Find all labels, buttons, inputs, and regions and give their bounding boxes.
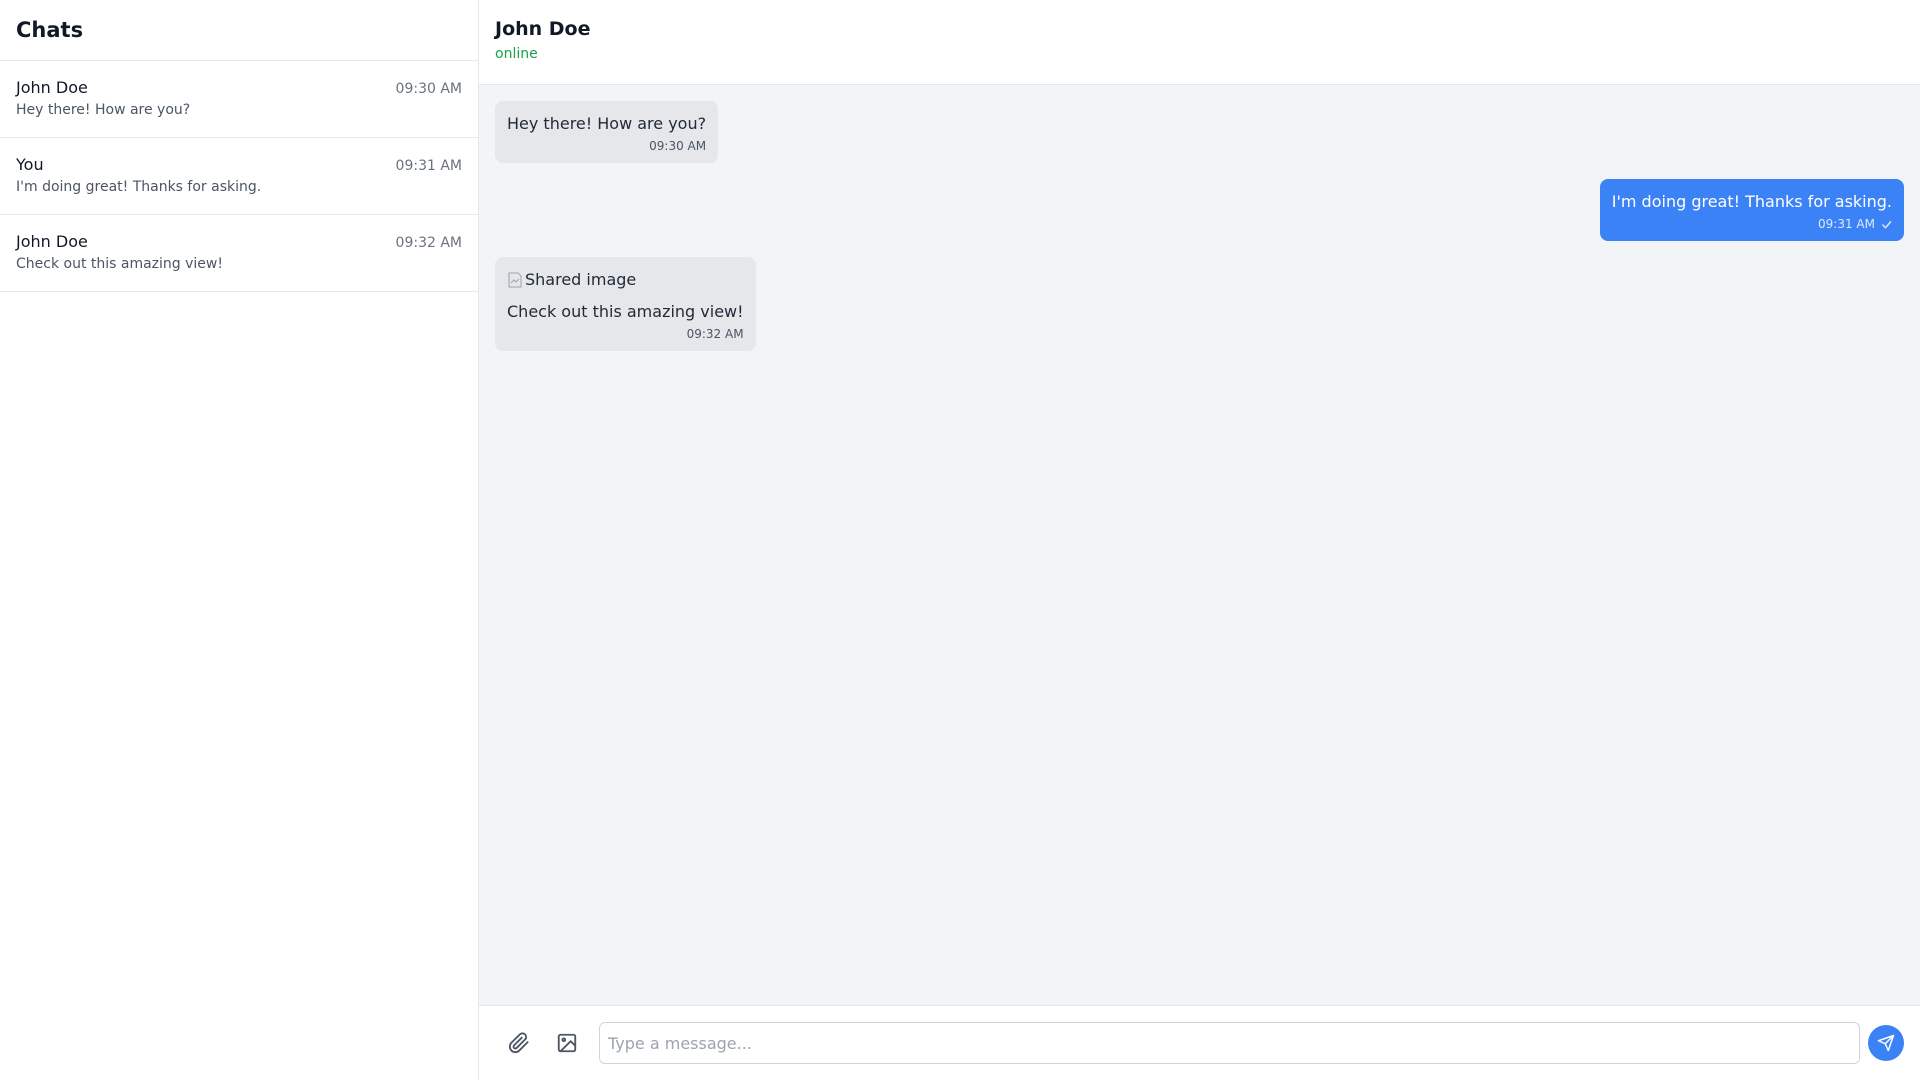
message-row: Hey there! How are you? 09:30 AM — [495, 101, 1904, 163]
check-icon — [1882, 220, 1892, 228]
chat-item-preview: Hey there! How are you? — [16, 102, 191, 118]
chat-item-preview: I'm doing great! Thanks for asking. — [16, 179, 262, 195]
chat-item-time: 09:30 AM — [395, 81, 462, 97]
message-time: 09:32 AM — [686, 327, 744, 341]
chat-item-name: John Doe — [16, 78, 88, 97]
attach-image-button[interactable] — [549, 1025, 585, 1061]
chat-item-preview: Check out this amazing view! — [16, 256, 223, 272]
send-button[interactable] — [1868, 1025, 1904, 1061]
message-time: 09:30 AM — [649, 139, 707, 153]
message-row: Shared image Check out this amazing view… — [495, 257, 1904, 351]
incoming-message-bubble: Shared image Check out this amazing view… — [495, 257, 756, 351]
shared-image[interactable]: Shared image — [507, 269, 744, 291]
incoming-message-bubble: Hey there! How are you? 09:30 AM — [495, 101, 719, 163]
chat-item-time: 09:31 AM — [395, 158, 462, 174]
message-input[interactable] — [599, 1022, 1860, 1064]
chat-list-item[interactable]: You 09:31 AM I'm doing great! Thanks for… — [0, 138, 478, 215]
shared-image-alt-text: Shared image — [525, 270, 637, 289]
image-icon — [557, 1033, 577, 1053]
conversation-header: John Doe online — [479, 0, 1920, 85]
message-composer — [479, 1005, 1920, 1080]
broken-image-icon — [508, 272, 522, 288]
chat-list-item[interactable]: John Doe 09:32 AM Check out this amazing… — [0, 215, 478, 292]
sidebar-title: Chats — [16, 18, 84, 42]
chat-app: Chats John Doe 09:30 AM Hey there! How a… — [0, 0, 1920, 1080]
sidebar-header: Chats — [0, 0, 478, 61]
paperclip-icon — [508, 1032, 529, 1054]
message-row: I'm doing great! Thanks for asking. 09:3… — [495, 179, 1904, 241]
conversation-panel: John Doe online Hey there! How are you? … — [479, 0, 1920, 1080]
chat-item-name: You — [16, 155, 44, 174]
contact-name: John Doe — [495, 18, 591, 40]
message-text: Check out this amazing view! — [507, 302, 744, 321]
message-list: Hey there! How are you? 09:30 AM I'm doi… — [479, 85, 1920, 1005]
chat-item-name: John Doe — [16, 232, 88, 251]
chat-list: John Doe 09:30 AM Hey there! How are you… — [0, 61, 478, 292]
message-text: I'm doing great! Thanks for asking. — [1611, 192, 1892, 211]
sidebar: Chats John Doe 09:30 AM Hey there! How a… — [0, 0, 479, 1080]
message-text: Hey there! How are you? — [507, 114, 707, 133]
outgoing-message-bubble: I'm doing great! Thanks for asking. 09:3… — [1599, 179, 1904, 241]
contact-status: online — [495, 46, 538, 62]
attach-file-button[interactable] — [501, 1025, 537, 1061]
chat-item-time: 09:32 AM — [395, 235, 462, 251]
chat-list-item[interactable]: John Doe 09:30 AM Hey there! How are you… — [0, 61, 478, 138]
send-icon — [1877, 1034, 1895, 1052]
message-time: 09:31 AM — [1818, 217, 1875, 231]
